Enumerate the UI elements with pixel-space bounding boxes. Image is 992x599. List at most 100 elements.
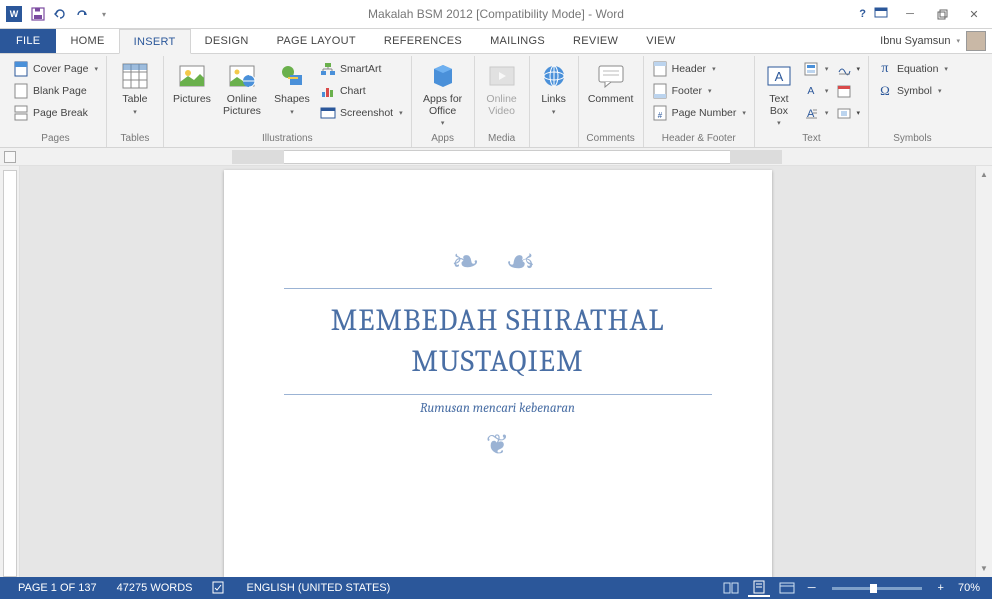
tab-references[interactable]: REFERENCES xyxy=(370,29,476,53)
redo-icon[interactable] xyxy=(74,6,90,22)
wordart-button[interactable]: A xyxy=(800,80,832,102)
svg-text:A: A xyxy=(775,69,784,84)
object-button[interactable]: ▾ xyxy=(833,102,863,124)
symbol-button[interactable]: ΩSymbol xyxy=(874,80,951,102)
group-apps: Apps for Office▾ Apps xyxy=(412,56,475,147)
pictures-button[interactable]: Pictures xyxy=(169,58,215,108)
online-video-button[interactable]: Online Video xyxy=(480,58,524,119)
page-break-icon xyxy=(13,105,29,121)
status-words[interactable]: 47275 WORDS xyxy=(107,582,203,594)
quick-parts-button[interactable] xyxy=(800,58,832,80)
cover-page-button[interactable]: Cover Page xyxy=(10,58,101,80)
view-read-mode[interactable] xyxy=(720,579,742,597)
chart-icon xyxy=(320,83,336,99)
vertical-ruler[interactable] xyxy=(0,166,20,577)
document-subtitle[interactable]: Rumusan mencari kebenaran xyxy=(284,401,712,416)
group-text: AText Box▾ A A ▾ ▾ Text xyxy=(755,56,869,147)
group-label-illustrations: Illustrations xyxy=(169,131,406,147)
equation-button[interactable]: πEquation xyxy=(874,58,951,80)
table-icon xyxy=(119,60,151,92)
view-web-layout[interactable] xyxy=(776,579,798,597)
group-label-media: Media xyxy=(480,131,524,147)
blank-page-button[interactable]: Blank Page xyxy=(10,80,101,102)
zoom-out-button[interactable]: ─ xyxy=(804,582,820,594)
zoom-in-button[interactable]: + xyxy=(934,582,948,594)
footer-icon xyxy=(652,83,668,99)
signature-line-button[interactable]: ▾ xyxy=(833,58,863,80)
online-pictures-icon xyxy=(226,60,258,92)
chart-button[interactable]: Chart xyxy=(317,80,406,102)
pictures-icon xyxy=(176,60,208,92)
status-proofing-icon[interactable] xyxy=(202,580,236,597)
shapes-button[interactable]: Shapes▾ xyxy=(269,58,315,118)
tab-review[interactable]: REVIEW xyxy=(559,29,632,53)
ribbon-tabs: FILE HOME INSERT DESIGN PAGE LAYOUT REFE… xyxy=(0,29,992,54)
smartart-button[interactable]: SmartArt xyxy=(317,58,406,80)
tab-view[interactable]: VIEW xyxy=(632,29,689,53)
date-time-button[interactable] xyxy=(833,80,863,102)
tab-mailings[interactable]: MAILINGS xyxy=(476,29,559,53)
scroll-up-icon[interactable]: ▲ xyxy=(976,166,992,183)
comment-button[interactable]: Comment xyxy=(584,58,638,108)
tab-file[interactable]: FILE xyxy=(0,29,56,53)
group-links: Links▾ xyxy=(530,56,579,147)
apps-office-button[interactable]: Apps for Office▾ xyxy=(417,58,469,129)
cover-page-icon xyxy=(13,61,29,77)
screenshot-button[interactable]: Screenshot xyxy=(317,102,406,124)
zoom-slider[interactable] xyxy=(832,587,922,590)
view-print-layout[interactable] xyxy=(748,579,770,597)
user-account[interactable]: Ibnu Syamsun ▾ xyxy=(880,29,986,53)
ribbon-display-icon[interactable] xyxy=(874,7,888,22)
links-button[interactable]: Links▾ xyxy=(535,58,573,118)
table-button[interactable]: Table▾ xyxy=(112,58,158,118)
titlebar: W ▾ Makalah BSM 2012 [Compatibility Mode… xyxy=(0,0,992,29)
group-label-comments: Comments xyxy=(584,131,638,147)
group-label-apps: Apps xyxy=(417,131,469,147)
video-icon xyxy=(486,60,518,92)
qat-customize-icon[interactable]: ▾ xyxy=(96,6,112,22)
footer-button[interactable]: Footer xyxy=(649,80,749,102)
undo-icon[interactable] xyxy=(52,6,68,22)
drop-cap-button[interactable]: A xyxy=(800,102,832,124)
ornament-bottom: ❦ xyxy=(284,428,712,461)
group-label-tables: Tables xyxy=(112,131,158,147)
close-button[interactable]: ✕ xyxy=(960,4,988,24)
text-box-button[interactable]: AText Box▾ xyxy=(760,58,798,129)
minimize-button[interactable]: ─ xyxy=(896,4,924,24)
ribbon: Cover Page Blank Page Page Break Pages T… xyxy=(0,54,992,148)
save-icon[interactable] xyxy=(30,6,46,22)
help-icon[interactable]: ? xyxy=(859,8,866,20)
tab-home[interactable]: HOME xyxy=(56,29,118,53)
status-language[interactable]: ENGLISH (UNITED STATES) xyxy=(236,582,400,594)
scroll-down-icon[interactable]: ▼ xyxy=(976,560,992,577)
document-page[interactable]: ❧ ☙ MEMBEDAH SHIRATHAL MUSTAQIEM Rumusan… xyxy=(224,170,772,577)
tab-page-layout[interactable]: PAGE LAYOUT xyxy=(263,29,370,53)
workspace: ❧ ☙ MEMBEDAH SHIRATHAL MUSTAQIEM Rumusan… xyxy=(0,166,992,577)
maximize-button[interactable] xyxy=(928,4,956,24)
horizontal-ruler[interactable] xyxy=(0,148,992,166)
document-title[interactable]: MEMBEDAH SHIRATHAL MUSTAQIEM xyxy=(284,295,712,388)
symbol-icon: Ω xyxy=(877,83,893,99)
signature-icon xyxy=(836,61,852,77)
header-icon xyxy=(652,61,668,77)
page-number-button[interactable]: #Page Number xyxy=(649,102,749,124)
smartart-icon xyxy=(320,61,336,77)
blank-page-icon xyxy=(13,83,29,99)
document-area[interactable]: ❧ ☙ MEMBEDAH SHIRATHAL MUSTAQIEM Rumusan… xyxy=(20,166,975,577)
group-comments: Comment Comments xyxy=(579,56,644,147)
group-illustrations: Pictures Online Pictures Shapes▾ SmartAr… xyxy=(164,56,412,147)
tab-design[interactable]: DESIGN xyxy=(191,29,263,53)
word-app-icon: W xyxy=(6,6,22,22)
tab-selector[interactable] xyxy=(4,151,16,163)
page-break-button[interactable]: Page Break xyxy=(10,102,101,124)
zoom-level[interactable]: 70% xyxy=(954,582,984,594)
group-tables: Table▾ Tables xyxy=(107,56,164,147)
avatar xyxy=(966,31,986,51)
online-pictures-button[interactable]: Online Pictures xyxy=(217,58,267,119)
group-pages: Cover Page Blank Page Page Break Pages xyxy=(5,56,107,147)
vertical-scrollbar[interactable]: ▲ ▼ xyxy=(975,166,992,577)
header-button[interactable]: Header xyxy=(649,58,749,80)
tab-insert[interactable]: INSERT xyxy=(119,29,191,54)
group-media: Online Video Media xyxy=(475,56,530,147)
status-page[interactable]: PAGE 1 OF 137 xyxy=(8,582,107,594)
